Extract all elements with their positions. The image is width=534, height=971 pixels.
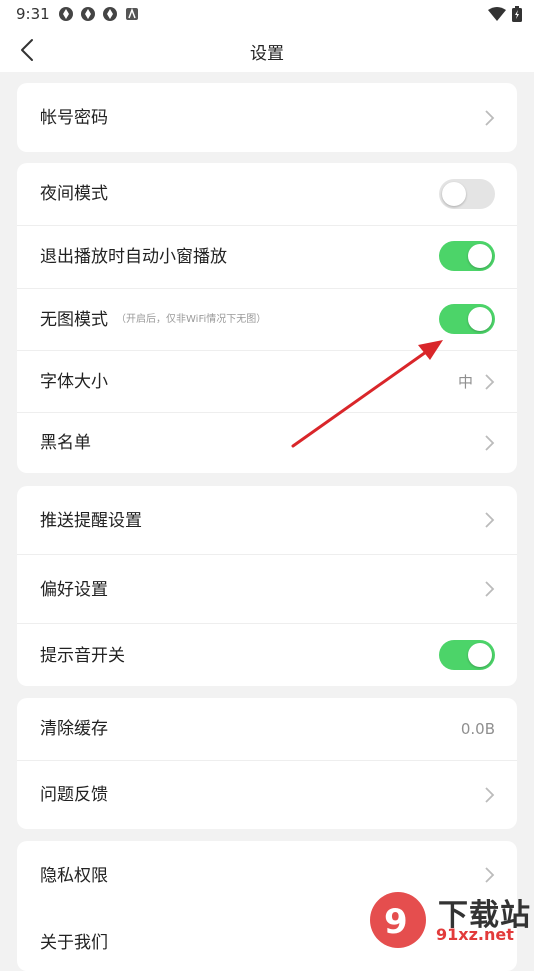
account-card: 帐号密码 [17,83,517,152]
night-mode-toggle[interactable] [439,179,495,209]
toggle-knob [468,307,492,331]
font-size-label: 字体大小 [40,372,108,392]
storage-card: 清除缓存 0.0B 问题反馈 [17,698,517,829]
no-image-toggle[interactable] [439,304,495,334]
font-size-row[interactable]: 字体大小 中 [17,351,517,413]
status-right [488,6,522,22]
svg-text:9: 9 [384,902,408,942]
sound-label: 提示音开关 [40,646,125,666]
battery-icon [512,6,522,22]
sound-toggle[interactable] [439,640,495,670]
feedback-row[interactable]: 问题反馈 [17,761,517,829]
night-mode-row: 夜间模式 [17,163,517,225]
chevron-right-icon [485,110,495,126]
notification-icons [58,6,140,22]
display-settings-card: 夜间模式 退出播放时自动小窗播放 无图模式 （开启后，仅非WiFi情况下无图） 字… [17,163,517,473]
app-notification-icon [126,7,138,20]
auto-pip-toggle[interactable] [439,241,495,271]
push-settings-label: 推送提醒设置 [40,511,142,531]
clear-cache-row[interactable]: 清除缓存 0.0B [17,698,517,760]
toggle-knob [468,643,492,667]
clear-cache-label: 清除缓存 [40,719,108,739]
chevron-right-icon [485,512,495,528]
app-notification-icon [59,7,73,21]
app-notification-icon [81,7,95,21]
chevron-right-icon [485,581,495,597]
chevron-right-icon [485,374,495,390]
cache-size-value: 0.0B [460,720,495,738]
chevron-right-icon [485,787,495,803]
blacklist-row[interactable]: 黑名单 [17,413,517,473]
toggle-knob [468,244,492,268]
chevron-right-icon [485,435,495,451]
sound-row: 提示音开关 [17,624,517,686]
app-notification-icon [103,7,117,21]
toggle-knob [442,182,466,206]
page-title: 设置 [250,44,284,64]
watermark-url: 91xz.net [436,925,514,944]
preference-row[interactable]: 偏好设置 [17,555,517,623]
navigation-bar: 设置 [0,28,534,72]
no-image-title: 无图模式 [40,310,108,330]
font-size-value: 中 [457,373,473,391]
chevron-right-icon [485,867,495,883]
wifi-icon [488,7,506,21]
privacy-label: 隐私权限 [40,866,108,886]
no-image-label: 无图模式 （开启后，仅非WiFi情况下无图） [40,310,266,330]
status-time: 9:31 [16,5,50,23]
no-image-row: 无图模式 （开启后，仅非WiFi情况下无图） [17,289,517,351]
auto-pip-label: 退出播放时自动小窗播放 [40,247,227,267]
night-mode-label: 夜间模式 [40,184,108,204]
preference-label: 偏好设置 [40,580,108,600]
auto-pip-row: 退出播放时自动小窗播放 [17,226,517,288]
notification-settings-card: 推送提醒设置 偏好设置 提示音开关 [17,486,517,686]
push-settings-row[interactable]: 推送提醒设置 [17,486,517,554]
account-password-label: 帐号密码 [40,108,108,128]
account-password-row[interactable]: 帐号密码 [17,83,517,152]
no-image-note: （开启后，仅非WiFi情况下无图） [116,314,267,325]
blacklist-label: 黑名单 [40,433,91,453]
feedback-label: 问题反馈 [40,785,108,805]
status-bar: 9:31 [0,0,534,28]
about-us-label: 关于我们 [40,933,108,953]
